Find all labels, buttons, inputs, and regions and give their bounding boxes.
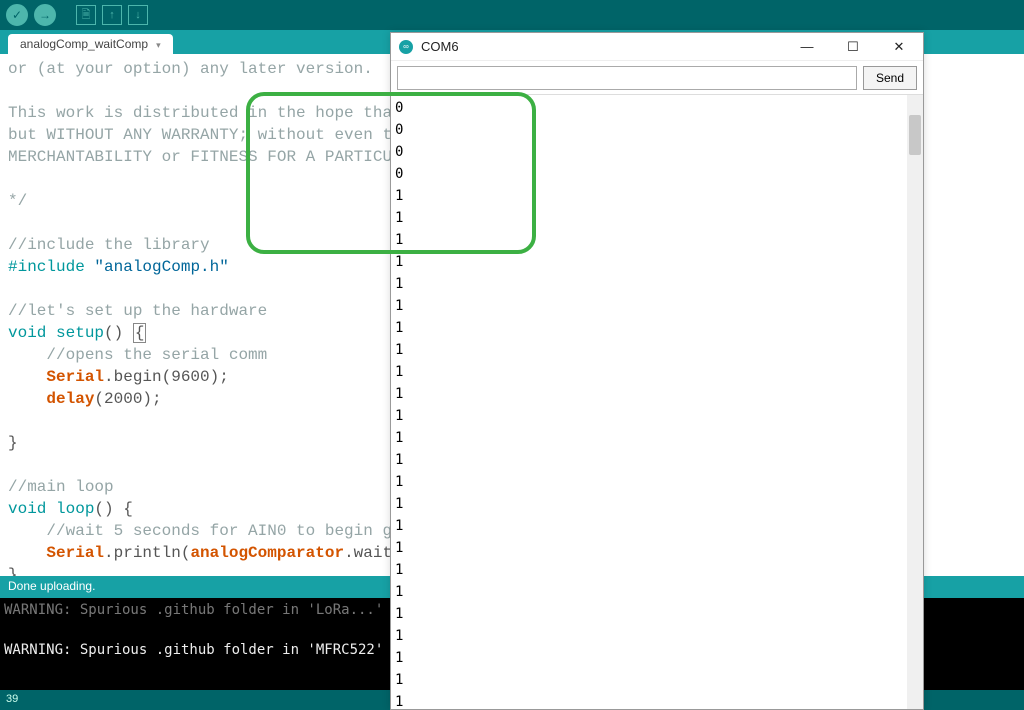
maximize-button[interactable]: ☐: [837, 35, 869, 59]
serial-line: 1: [395, 229, 919, 251]
upload-button[interactable]: →: [34, 4, 56, 26]
serial-line: 1: [395, 647, 919, 669]
serial-line: 0: [395, 163, 919, 185]
serial-line: 1: [395, 603, 919, 625]
save-button[interactable]: ↓: [128, 5, 148, 25]
arduino-icon: ∞: [399, 40, 413, 54]
serial-line: 1: [395, 383, 919, 405]
toolbar: ✓ → 🗎 ↑ ↓: [0, 0, 1024, 30]
serial-line: 0: [395, 97, 919, 119]
serial-line: 1: [395, 295, 919, 317]
scrollbar-track[interactable]: [907, 95, 923, 709]
serial-line: 1: [395, 669, 919, 691]
minimize-button[interactable]: —: [791, 35, 823, 59]
scrollbar-thumb[interactable]: [909, 115, 921, 155]
serial-line: 1: [395, 207, 919, 229]
serial-output[interactable]: 0000111111111111111111111111: [391, 95, 923, 709]
serial-line: 1: [395, 493, 919, 515]
verify-button[interactable]: ✓: [6, 4, 28, 26]
new-file-button[interactable]: 🗎: [76, 5, 96, 25]
send-button[interactable]: Send: [863, 66, 917, 90]
serial-input-row: Send: [391, 61, 923, 95]
serial-line: 1: [395, 559, 919, 581]
open-button[interactable]: ↑: [102, 5, 122, 25]
serial-line: 1: [395, 251, 919, 273]
serial-line: 0: [395, 119, 919, 141]
serial-line: 1: [395, 581, 919, 603]
close-button[interactable]: ✕: [883, 35, 915, 59]
serial-line: 1: [395, 361, 919, 383]
serial-line: 1: [395, 273, 919, 295]
serial-line: 1: [395, 449, 919, 471]
serial-line: 1: [395, 537, 919, 559]
serial-line: 1: [395, 471, 919, 493]
serial-line: 1: [395, 317, 919, 339]
serial-line: 1: [395, 515, 919, 537]
serial-input[interactable]: [397, 66, 857, 90]
serial-line: 0: [395, 141, 919, 163]
serial-titlebar[interactable]: ∞ COM6 — ☐ ✕: [391, 33, 923, 61]
serial-title-text: COM6: [421, 39, 459, 54]
serial-line: 1: [395, 339, 919, 361]
serial-line: 1: [395, 185, 919, 207]
serial-line: 1: [395, 691, 919, 709]
serial-line: 1: [395, 405, 919, 427]
tab-sketch[interactable]: analogComp_waitComp: [8, 34, 173, 54]
serial-monitor-window: ∞ COM6 — ☐ ✕ Send 0000111111111111111111…: [390, 32, 924, 710]
serial-line: 1: [395, 625, 919, 647]
serial-line: 1: [395, 427, 919, 449]
